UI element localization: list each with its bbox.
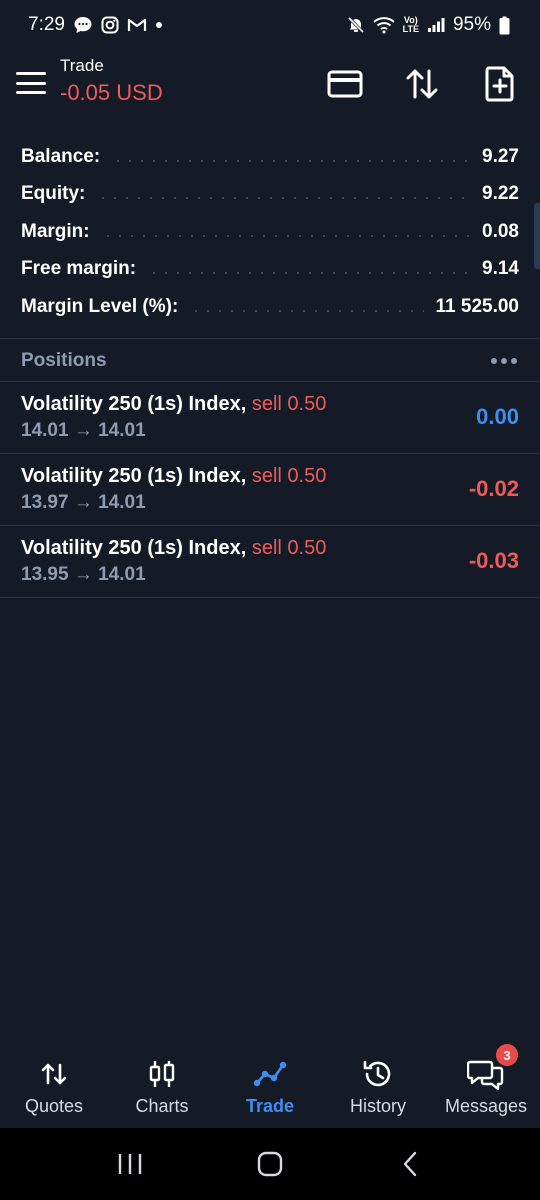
battery-percent: 95% bbox=[452, 14, 491, 35]
dotted-leader bbox=[112, 159, 471, 162]
summary-label: Equity: bbox=[21, 183, 86, 205]
nav-messages[interactable]: Messages 3 bbox=[432, 1044, 540, 1128]
messages-badge: 3 bbox=[496, 1044, 518, 1066]
title-block: Trade -0.05 USD bbox=[60, 56, 163, 106]
menu-icon[interactable] bbox=[14, 68, 48, 98]
mute-icon bbox=[347, 16, 365, 34]
nav-trade[interactable]: Trade bbox=[216, 1044, 324, 1128]
summary-value: 9.27 bbox=[482, 145, 519, 167]
dotted-leader bbox=[101, 234, 471, 237]
summary-label: Margin: bbox=[21, 220, 90, 242]
nav-charts[interactable]: Charts bbox=[108, 1044, 216, 1128]
top-bar: Trade -0.05 USD bbox=[0, 52, 540, 116]
position-title: Volatility 250 (1s) Index, sell 0.50 bbox=[21, 537, 326, 560]
position-profit: 0.00 bbox=[476, 404, 519, 429]
position-prices: 13.95 → 14.01 bbox=[21, 564, 146, 585]
nav-history[interactable]: History bbox=[324, 1044, 432, 1128]
dotted-leader bbox=[190, 309, 424, 312]
position-row[interactable]: Volatility 250 (1s) Index, sell 0.50 13.… bbox=[0, 526, 540, 598]
nav-label: History bbox=[349, 1095, 406, 1116]
position-symbol: Volatility 250 (1s) Index, bbox=[21, 393, 247, 415]
position-row[interactable]: Volatility 250 (1s) Index, sell 0.50 14.… bbox=[0, 382, 540, 454]
history-icon bbox=[362, 1056, 394, 1092]
positions-header: Positions bbox=[0, 340, 540, 382]
position-side: sell 0.50 bbox=[251, 393, 327, 415]
signal-icon bbox=[427, 17, 445, 33]
summary-value: 9.14 bbox=[482, 258, 519, 280]
chat-bubble-icon bbox=[73, 15, 93, 35]
page-title: Trade bbox=[60, 56, 104, 75]
volte-icon: Vo) LTE bbox=[402, 15, 419, 34]
deposit-card-icon[interactable] bbox=[325, 64, 365, 104]
more-options-icon[interactable] bbox=[489, 352, 519, 370]
position-title: Volatility 250 (1s) Index, sell 0.50 bbox=[21, 465, 326, 488]
recent-apps-button[interactable] bbox=[100, 1144, 160, 1184]
bottom-nav: Quotes Charts Trade History Messages 3 bbox=[0, 1044, 540, 1128]
position-symbol: Volatility 250 (1s) Index, bbox=[21, 537, 247, 559]
system-nav bbox=[0, 1128, 540, 1200]
position-prices: 13.97 → 14.01 bbox=[21, 492, 146, 513]
status-time: 7:29 bbox=[28, 14, 65, 35]
position-profit: -0.03 bbox=[468, 548, 519, 573]
quotes-icon bbox=[41, 1056, 67, 1092]
position-title: Volatility 250 (1s) Index, sell 0.50 bbox=[21, 393, 326, 416]
nav-label: Messages bbox=[444, 1095, 528, 1116]
positions-title: Positions bbox=[21, 350, 107, 371]
lte-label: LTE bbox=[402, 24, 419, 34]
summary-value: 0.08 bbox=[482, 220, 519, 242]
summary-label: Margin Level (%): bbox=[21, 295, 179, 317]
summary-row-free-margin: Free margin: 9.14 bbox=[0, 251, 540, 289]
position-side: sell 0.50 bbox=[251, 537, 327, 559]
position-side: sell 0.50 bbox=[251, 465, 327, 487]
position-row[interactable]: Volatility 250 (1s) Index, sell 0.50 13.… bbox=[0, 454, 540, 526]
status-right: Vo) LTE 95% bbox=[347, 14, 510, 36]
position-prices: 14.01 → 14.01 bbox=[21, 420, 146, 441]
summary-label: Free margin: bbox=[21, 258, 137, 280]
nav-label: Trade bbox=[245, 1095, 295, 1116]
trade-icon bbox=[253, 1056, 287, 1092]
notification-dot-icon bbox=[155, 21, 163, 29]
summary-row-margin-level: Margin Level (%): 11 525.00 bbox=[0, 288, 540, 326]
summary-row-equity: Equity: 9.22 bbox=[0, 176, 540, 214]
account-summary: Balance: 9.27 Equity: 9.22 Margin: 0.08 … bbox=[0, 138, 540, 326]
nav-quotes[interactable]: Quotes bbox=[0, 1044, 108, 1128]
back-button[interactable] bbox=[380, 1144, 440, 1184]
battery-icon bbox=[499, 16, 510, 35]
home-button[interactable] bbox=[240, 1144, 300, 1184]
summary-value: 11 525.00 bbox=[435, 295, 519, 317]
gmail-icon bbox=[127, 17, 147, 33]
summary-row-balance: Balance: 9.27 bbox=[0, 138, 540, 176]
position-symbol: Volatility 250 (1s) Index, bbox=[21, 465, 247, 487]
nav-label: Quotes bbox=[24, 1095, 84, 1116]
charts-icon bbox=[148, 1056, 176, 1092]
scroll-indicator[interactable] bbox=[534, 203, 540, 269]
summary-row-margin: Margin: 0.08 bbox=[0, 213, 540, 251]
position-profit: -0.02 bbox=[468, 476, 519, 501]
status-left: 7:29 bbox=[28, 14, 163, 36]
wifi-icon bbox=[372, 16, 395, 34]
status-bar: 7:29 Vo) LTE 95% bbox=[0, 0, 540, 50]
nav-label: Charts bbox=[135, 1095, 189, 1116]
dotted-leader bbox=[97, 197, 471, 200]
new-order-icon[interactable] bbox=[480, 64, 520, 104]
summary-label: Balance: bbox=[21, 145, 101, 167]
total-profit: -0.05 USD bbox=[60, 80, 163, 105]
divider bbox=[0, 597, 540, 598]
divider bbox=[0, 338, 540, 339]
dotted-leader bbox=[148, 272, 471, 275]
sort-icon[interactable] bbox=[402, 64, 442, 104]
summary-value: 9.22 bbox=[482, 183, 519, 205]
instagram-icon bbox=[101, 16, 119, 34]
